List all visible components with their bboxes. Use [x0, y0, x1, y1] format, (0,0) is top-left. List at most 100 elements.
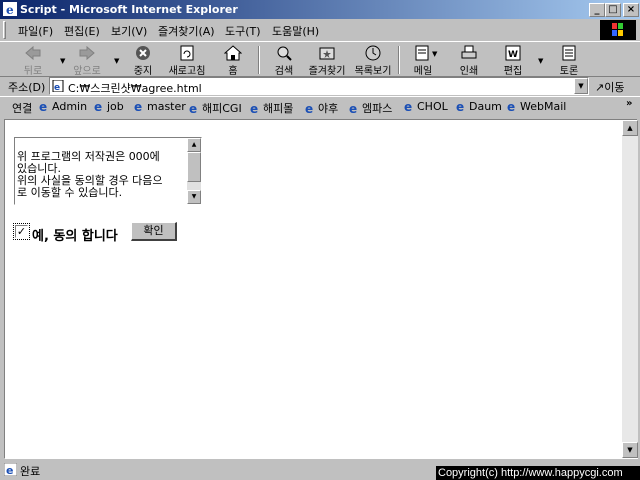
- copyright-watermark: Copyright(c) http://www.happycgi.com: [436, 466, 640, 480]
- discuss-button[interactable]: 토론: [548, 45, 590, 77]
- mail-icon: [415, 45, 429, 61]
- discuss-label: 토론: [559, 66, 579, 77]
- link-daum[interactable]: e Daum: [455, 100, 502, 113]
- print-label: 인쇄: [459, 66, 479, 77]
- menu-favorites[interactable]: 즐겨찾기(A): [158, 23, 215, 39]
- mail-button[interactable]: 메일: [402, 45, 444, 77]
- link-yahoo[interactable]: e 야후: [304, 100, 338, 116]
- page-icon: e: [52, 80, 64, 92]
- svg-text:e: e: [39, 100, 47, 112]
- link-label: Daum: [469, 100, 502, 113]
- agreement-textarea[interactable]: 위 프로그램의 저작권은 000에 있습니다. 위의 사실을 동의할 경우 다음…: [14, 137, 202, 205]
- ie-page-icon: e: [134, 100, 142, 112]
- go-arrow-icon: ↗: [595, 81, 605, 94]
- refresh-label: 새로고침: [168, 66, 206, 77]
- toolbar-separator: [398, 46, 400, 74]
- agree-label: 예, 동의 합니다: [32, 229, 118, 244]
- address-dropdown-icon[interactable]: ▼: [574, 78, 588, 94]
- scroll-down-icon[interactable]: ▼: [622, 442, 638, 458]
- ie-page-icon: e: [404, 100, 412, 112]
- menu-edit[interactable]: 편집(E): [64, 23, 100, 39]
- links-more-icon[interactable]: »: [626, 98, 632, 109]
- edit-icon: W: [505, 45, 521, 61]
- link-master[interactable]: e master: [133, 100, 186, 113]
- ie-page-icon: e: [94, 100, 102, 112]
- print-button[interactable]: 인쇄: [448, 45, 490, 77]
- home-icon: [224, 45, 242, 61]
- back-label: 뒤로: [23, 66, 43, 77]
- forward-label: 앞으로: [73, 66, 101, 77]
- address-label: 주소(D): [8, 81, 46, 94]
- go-button[interactable]: ↗이동: [595, 79, 624, 95]
- svg-text:e: e: [94, 100, 102, 112]
- page-content: 위 프로그램의 저작권은 000에 있습니다. 위의 사실을 동의할 경우 다음…: [4, 119, 638, 459]
- menu-file[interactable]: 파일(F): [18, 23, 53, 39]
- link-label: master: [147, 100, 186, 113]
- link-label: 해피CGI: [202, 102, 242, 115]
- refresh-button[interactable]: 새로고침: [166, 45, 208, 77]
- link-empas[interactable]: e 엠파스: [348, 100, 392, 116]
- history-label: 목록보기: [354, 66, 392, 77]
- forward-dropdown-icon[interactable]: ▼: [114, 57, 119, 65]
- link-job[interactable]: e job: [93, 100, 124, 113]
- link-webmail[interactable]: e WebMail: [506, 100, 566, 113]
- agree-checkbox[interactable]: ✓: [15, 225, 28, 238]
- close-button[interactable]: ×: [623, 3, 639, 17]
- discuss-icon: [562, 45, 576, 61]
- svg-text:e: e: [189, 102, 197, 114]
- title-bar: e Script - Microsoft Internet Explorer _…: [0, 0, 640, 19]
- forward-button[interactable]: 앞으로: [66, 45, 108, 77]
- home-button[interactable]: 홈: [212, 45, 254, 77]
- stop-icon: [136, 46, 150, 60]
- svg-text:e: e: [349, 102, 357, 114]
- svg-text:e: e: [507, 100, 515, 112]
- ie-page-icon: e: [4, 463, 17, 476]
- svg-text:e: e: [134, 100, 142, 112]
- scroll-up-icon[interactable]: ▲: [187, 138, 201, 152]
- link-happycgi[interactable]: e 해피CGI: [188, 100, 242, 116]
- page-scrollbar[interactable]: ▲ ▼: [622, 120, 638, 458]
- textarea-scrollbar[interactable]: ▲ ▼: [187, 138, 201, 204]
- favorites-button[interactable]: 즐겨찾기: [306, 45, 348, 77]
- history-icon: [365, 45, 381, 61]
- ie-page-icon: e: [250, 102, 258, 114]
- address-input[interactable]: e C:₩스크린샷₩agree.html ▼: [49, 77, 589, 95]
- link-admin[interactable]: e Admin: [38, 100, 87, 113]
- search-button[interactable]: 검색: [263, 45, 305, 77]
- mail-label: 메일: [413, 66, 433, 77]
- print-icon: [461, 45, 477, 59]
- back-dropdown-icon[interactable]: ▼: [60, 57, 65, 65]
- ie-page-icon: e: [456, 100, 464, 112]
- link-label: job: [107, 100, 124, 113]
- agreement-text: 위 프로그램의 저작권은 000에 있습니다. 위의 사실을 동의할 경우 다음…: [17, 150, 163, 199]
- stop-label: 중지: [133, 66, 153, 77]
- favorites-label: 즐겨찾기: [308, 66, 346, 77]
- menu-help[interactable]: 도움말(H): [272, 23, 319, 39]
- ie-page-icon: e: [507, 100, 515, 112]
- menu-view[interactable]: 보기(V): [111, 23, 147, 39]
- mail-dropdown-icon[interactable]: ▼: [432, 50, 437, 58]
- link-chol[interactable]: e CHOL: [403, 100, 448, 113]
- link-happymall[interactable]: e 해피몰: [249, 100, 293, 116]
- links-label: 연결: [12, 102, 33, 115]
- link-label: Admin: [52, 100, 88, 113]
- scroll-thumb[interactable]: [187, 152, 201, 182]
- scroll-up-icon[interactable]: ▲: [622, 120, 638, 136]
- ie-page-icon: e: [349, 102, 357, 114]
- confirm-button[interactable]: 확인: [131, 222, 177, 241]
- menu-tools[interactable]: 도구(T): [225, 23, 261, 39]
- menu-grip: [3, 21, 6, 39]
- home-label: 홈: [228, 66, 238, 77]
- scroll-down-icon[interactable]: ▼: [187, 190, 201, 204]
- edit-dropdown-icon[interactable]: ▼: [538, 57, 543, 65]
- stop-button[interactable]: 중지: [122, 45, 164, 77]
- back-button[interactable]: 뒤로: [12, 45, 54, 77]
- history-button[interactable]: 목록보기: [352, 45, 394, 77]
- ie-page-icon: e: [189, 102, 197, 114]
- minimize-button[interactable]: _: [589, 3, 605, 17]
- edit-button[interactable]: W 편집: [492, 45, 534, 77]
- edit-label: 편집: [503, 66, 523, 77]
- maximize-button[interactable]: □: [605, 3, 621, 17]
- toolbar-separator: [258, 46, 260, 74]
- forward-arrow-icon: [79, 45, 95, 61]
